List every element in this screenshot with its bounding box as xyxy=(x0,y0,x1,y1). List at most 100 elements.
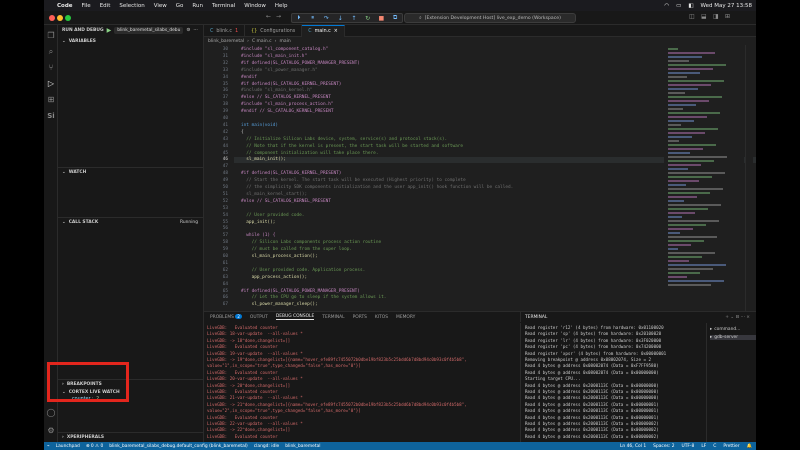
tab-memory[interactable]: MEMORY xyxy=(396,315,415,320)
minimap-line xyxy=(668,60,689,62)
status-encoding[interactable]: UTF-8 xyxy=(682,444,695,449)
status-eol[interactable]: LF xyxy=(701,444,706,449)
minimap-line xyxy=(668,172,725,174)
status-problems[interactable]: ⊗ 0 ⚠ 0 xyxy=(86,444,103,449)
code-line: { xyxy=(241,129,244,135)
remote-icon[interactable]: ⌁ xyxy=(47,444,50,449)
breadcrumb-file[interactable]: C main.c xyxy=(252,39,272,44)
explorer-icon[interactable]: ❐ xyxy=(46,31,56,41)
debug-extra-icon[interactable]: ⧉ xyxy=(388,14,402,22)
battery-icon[interactable]: ▭ xyxy=(676,3,681,9)
tab-problems[interactable]: PROBLEMS 2 xyxy=(210,314,242,320)
terminal-line: Removing breakpoint @ address 0x08002074… xyxy=(525,357,652,362)
menu-go[interactable]: Go xyxy=(176,3,184,9)
account-icon[interactable]: ◯ xyxy=(46,408,56,418)
continue-icon[interactable]: ⏵ xyxy=(292,14,306,22)
editor-scrollbar[interactable] xyxy=(745,45,753,311)
terminal-item-gdb-server[interactable]: ▸ gdb-server xyxy=(710,335,756,340)
source-control-icon[interactable]: ⑂ xyxy=(46,63,56,73)
code-line: #else // SL_CATALOG_KERNEL_PRESENT xyxy=(241,198,331,204)
debug-console-output[interactable]: LiveGDB: Evaluated counter LiveGDB: 18-va… xyxy=(204,323,518,443)
toggle-sidebar-icon[interactable]: ◫ xyxy=(689,13,695,20)
wifi-icon[interactable]: ◠ xyxy=(664,3,669,9)
watch-section[interactable]: ⌄ WATCH xyxy=(58,167,204,176)
minimap-line xyxy=(668,56,702,58)
extensions-icon[interactable]: ⊞ xyxy=(46,95,56,105)
menu-selection[interactable]: Selection xyxy=(119,3,144,9)
terminal-actions-icon[interactable]: + ⌄ ⊟ ⋯ × xyxy=(725,315,756,320)
tab-kitos[interactable]: KITOS xyxy=(375,315,388,320)
zoom-window-button[interactable] xyxy=(65,15,71,21)
breadcrumb-symbol[interactable]: main xyxy=(279,39,290,44)
call-stack-section[interactable]: ⌄ CALL STACK Running xyxy=(58,217,204,226)
stop-icon[interactable]: ■ xyxy=(375,15,389,22)
toggle-secondary-sidebar-icon[interactable]: ◨ xyxy=(713,13,719,20)
step-into-icon[interactable]: ↓ xyxy=(333,15,347,22)
menu-app-name[interactable]: Code xyxy=(57,3,72,9)
nav-forward-icon[interactable]: → xyxy=(276,13,281,20)
status-language[interactable]: C xyxy=(713,444,716,449)
status-spaces[interactable]: Spaces: 2 xyxy=(653,444,674,449)
search-icon[interactable]: ⌕ xyxy=(46,47,56,57)
status-clangd[interactable]: clangd: idle xyxy=(254,444,279,449)
tab-terminal[interactable]: TERMINAL xyxy=(322,315,344,320)
menu-run[interactable]: Run xyxy=(192,3,203,9)
status-prettier[interactable]: Prettier xyxy=(723,444,739,449)
minimap-line xyxy=(668,152,690,154)
tab-main-c[interactable]: C main.c × xyxy=(302,25,345,37)
tab-debug-console[interactable]: DEBUG CONSOLE xyxy=(275,314,315,320)
debug-toolbar: ⏵ ⏸ ↷ ↓ ↑ ↻ ■ ⧉ xyxy=(291,13,403,23)
console-line: value="1",in_scope="true",type_changed="… xyxy=(207,363,361,369)
status-launchpad[interactable]: Launchpad xyxy=(56,444,80,449)
toggle-panel-icon[interactable]: ⬓ xyxy=(701,13,707,20)
settings-gear-icon[interactable]: ⚙ xyxy=(46,426,56,436)
status-project[interactable]: blink_baremetal xyxy=(285,444,320,449)
pause-icon[interactable]: ⏸ xyxy=(306,14,320,22)
run-debug-header: RUN AND DEBUG ▶ blink_baremetal_silabs_d… xyxy=(58,25,204,36)
notifications-bell-icon[interactable]: 🔔 xyxy=(747,444,752,449)
status-debug-config[interactable]: blink_baremetal_silabs_debug.default_con… xyxy=(109,444,248,449)
debug-settings-icon[interactable]: ⚙ xyxy=(186,28,190,33)
code-line: #include "sl_main_kernel.h" xyxy=(241,88,313,94)
close-icon[interactable]: × xyxy=(334,29,338,34)
restart-icon[interactable]: ↻ xyxy=(361,15,375,22)
tab-configurations[interactable]: {} Configurations xyxy=(245,25,303,37)
tab-ports[interactable]: PORTS xyxy=(353,315,367,320)
tab-blink-c[interactable]: C blink.c 1 xyxy=(204,25,246,37)
variables-section[interactable]: ⌄ VARIABLES xyxy=(58,37,204,46)
terminal-output[interactable]: Read register 'r12' (4 bytes) from hardw… xyxy=(520,323,706,443)
more-actions-icon[interactable]: ⋯ xyxy=(193,28,197,33)
close-window-button[interactable] xyxy=(49,15,55,21)
step-over-icon[interactable]: ↷ xyxy=(320,15,334,22)
terminal-item-command[interactable]: ▸ command... xyxy=(710,327,740,332)
layout-icon[interactable]: ⊞ xyxy=(725,13,730,20)
menu-window[interactable]: Window xyxy=(244,3,266,9)
step-out-icon[interactable]: ↑ xyxy=(347,15,361,22)
nav-back-icon[interactable]: ← xyxy=(266,13,271,20)
tab-output[interactable]: OUTPUT xyxy=(250,315,268,320)
start-debugging-icon[interactable]: ▶ xyxy=(107,27,112,34)
control-center-icon[interactable]: ◧ xyxy=(688,3,693,9)
menu-help[interactable]: Help xyxy=(275,3,288,9)
breadcrumb-folder[interactable]: blink_baremetal xyxy=(208,39,244,44)
menu-file[interactable]: File xyxy=(81,3,90,9)
terminal-line: Read register 'lr' (4 bytes) from hardwa… xyxy=(525,337,662,343)
xperipherals-section[interactable]: › XPERIPHERALS xyxy=(58,432,204,441)
minimap-line xyxy=(668,176,712,178)
minimize-window-button[interactable] xyxy=(57,15,63,21)
debug-config-select[interactable]: blink_baremetal_silabs_debu xyxy=(114,27,184,34)
status-position[interactable]: Ln 46, Col 1 xyxy=(620,444,646,449)
command-center[interactable]: ⌕ [Extension Development Host] live_exp_… xyxy=(404,13,576,23)
si-icon[interactable]: Si xyxy=(46,111,56,121)
code-editor[interactable]: 30 31 32 33 34 35 36 37 38 39 40 41 42 43 44 45 46 47 48 49… xyxy=(204,45,756,311)
run-debug-icon[interactable]: ▷ xyxy=(46,79,56,89)
menu-terminal[interactable]: Terminal xyxy=(212,3,235,9)
menubar-clock[interactable]: Wed May 27 13:58 xyxy=(701,3,752,9)
call-stack-state: Running xyxy=(180,219,198,225)
menu-view[interactable]: View xyxy=(154,3,167,9)
minimap-line xyxy=(668,100,709,102)
minimap[interactable] xyxy=(664,45,744,311)
minimap-line xyxy=(668,256,702,258)
menu-edit[interactable]: Edit xyxy=(100,3,111,9)
code-line: int main(void) xyxy=(241,122,279,128)
